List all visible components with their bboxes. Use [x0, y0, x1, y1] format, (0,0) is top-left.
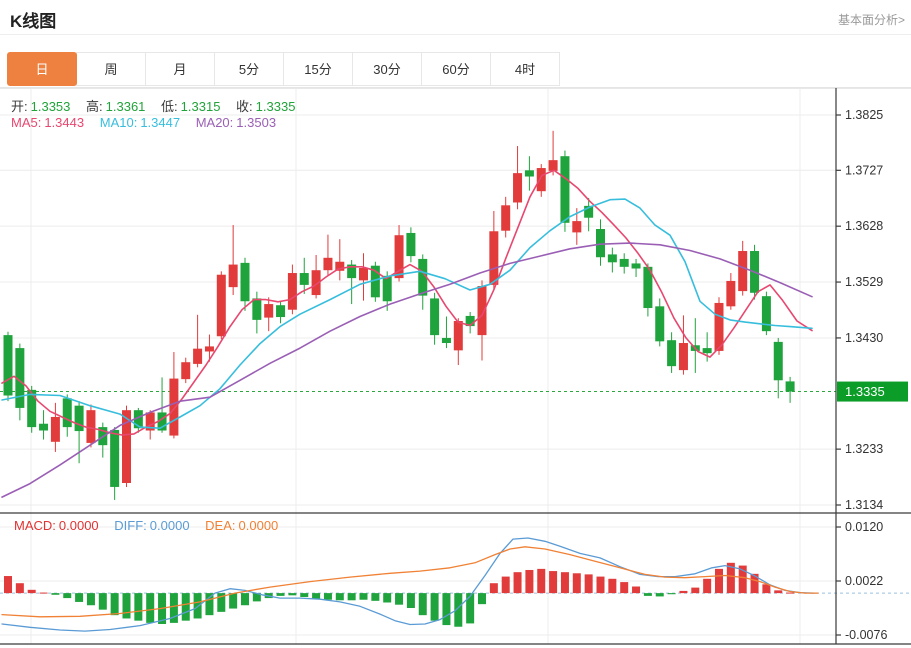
- svg-text:1.3335: 1.3335: [845, 384, 885, 399]
- macd-label: MACD:: [14, 518, 56, 533]
- svg-text:0.0120: 0.0120: [845, 520, 883, 534]
- diff-label: DIFF:: [114, 518, 147, 533]
- macd-readout: MACD:0.0000 DIFF:0.0000 DEA:0.0000: [14, 518, 281, 533]
- ma5-label: MA5:: [11, 115, 41, 130]
- svg-text:1.3727: 1.3727: [845, 163, 883, 177]
- close-value: 1.3335: [256, 99, 296, 114]
- open-label: 开:: [11, 99, 28, 114]
- interval-tabs: 日 周 月 5分 15分 30分 60分 4时: [8, 52, 560, 86]
- high-label: 高:: [86, 99, 103, 114]
- tab-4hour[interactable]: 4时: [490, 52, 560, 86]
- svg-text:0.0022: 0.0022: [845, 574, 883, 588]
- tab-15min[interactable]: 15分: [283, 52, 353, 86]
- ma10-label: MA10:: [100, 115, 138, 130]
- page-header: K线图 基本面分析>: [0, 0, 911, 35]
- svg-text:1.3628: 1.3628: [845, 219, 883, 233]
- svg-text:1.3430: 1.3430: [845, 331, 883, 345]
- ma-readout: MA5:1.3443 MA10:1.3447 MA20:1.3503: [11, 115, 279, 130]
- ma20-value: 1.3503: [236, 115, 276, 130]
- low-value: 1.3315: [181, 99, 221, 114]
- svg-text:1.3825: 1.3825: [845, 108, 883, 122]
- page-title: K线图: [10, 7, 56, 32]
- ma10-value: 1.3447: [140, 115, 180, 130]
- svg-text:1.3529: 1.3529: [845, 275, 883, 289]
- tab-5min[interactable]: 5分: [214, 52, 284, 86]
- macd-value: 0.0000: [59, 518, 99, 533]
- tab-monthly[interactable]: 月: [145, 52, 215, 86]
- tab-weekly[interactable]: 周: [76, 52, 146, 86]
- svg-text:-0.0076: -0.0076: [845, 628, 887, 642]
- open-value: 1.3353: [31, 99, 71, 114]
- ma20-label: MA20:: [196, 115, 234, 130]
- tab-daily[interactable]: 日: [7, 52, 77, 86]
- tab-60min[interactable]: 60分: [421, 52, 491, 86]
- high-value: 1.3361: [106, 99, 146, 114]
- kline-chart-canvas[interactable]: 1.3825 1.3727 1.3628 1.3529 1.3430 1.3233 1.31…: [0, 88, 911, 648]
- tab-30min[interactable]: 30分: [352, 52, 422, 86]
- fundamental-analysis-link[interactable]: 基本面分析>: [838, 11, 905, 28]
- ma5-value: 1.3443: [44, 115, 84, 130]
- dea-value: 0.0000: [239, 518, 279, 533]
- svg-text:1.3233: 1.3233: [845, 442, 883, 456]
- low-label: 低:: [161, 99, 178, 114]
- svg-text:1.3134: 1.3134: [845, 498, 883, 512]
- close-label: 收:: [236, 99, 253, 114]
- diff-value: 0.0000: [150, 518, 190, 533]
- dea-label: DEA:: [205, 518, 235, 533]
- ohlc-readout: 开:1.3353 高:1.3361 低:1.3315 收:1.3335: [11, 96, 298, 115]
